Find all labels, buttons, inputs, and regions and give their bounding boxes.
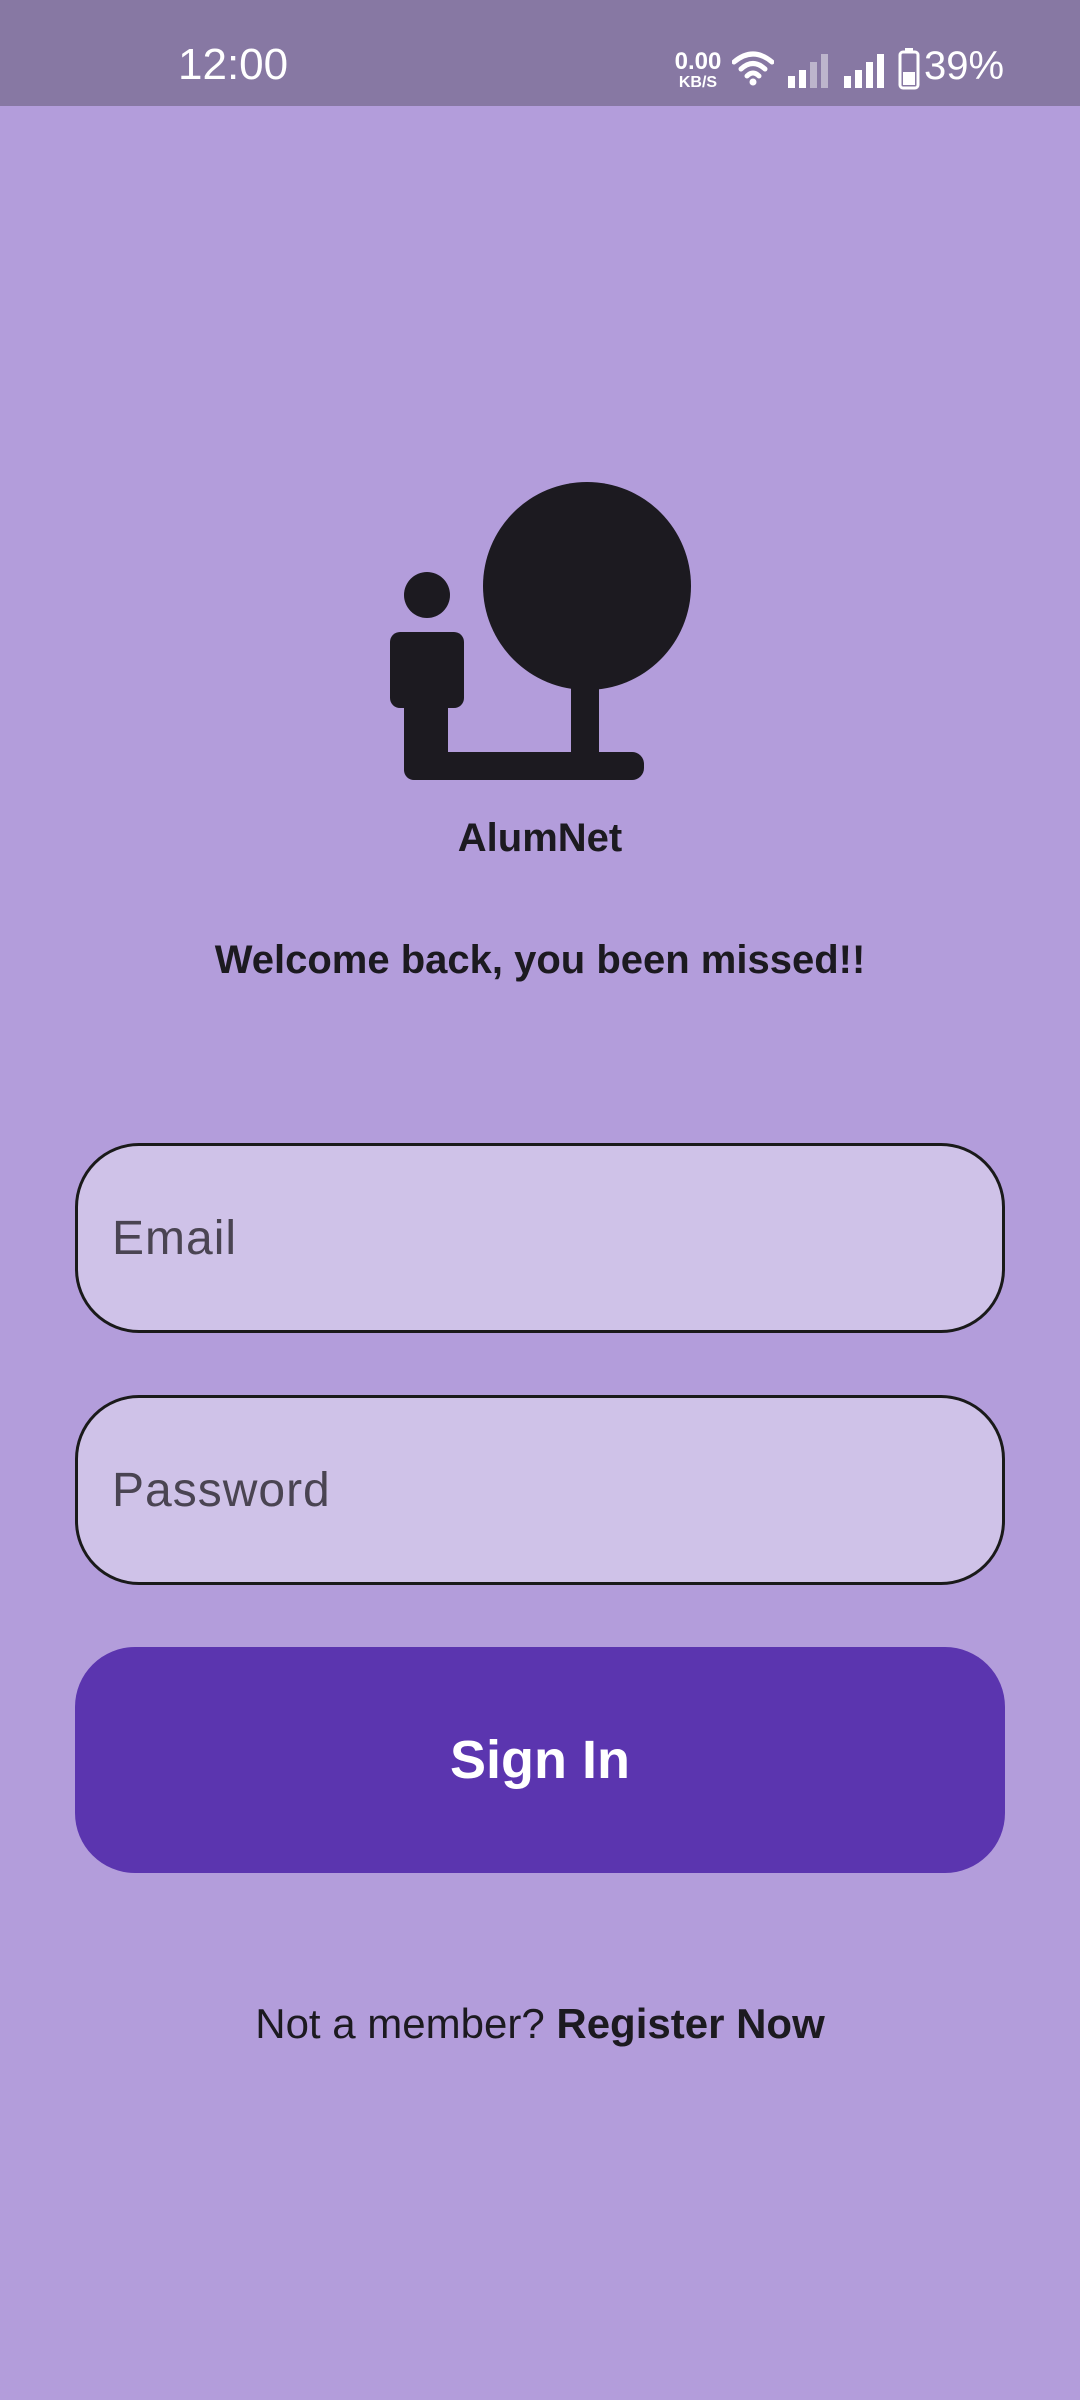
register-now-link[interactable]: Register Now [556, 2000, 824, 2047]
password-field-container [75, 1395, 1005, 1585]
battery-percent: 39% [924, 44, 1005, 88]
battery-icon [898, 48, 920, 90]
alumnet-logo [390, 482, 691, 780]
password-field[interactable] [78, 1398, 1002, 1582]
signal-icon [788, 54, 828, 88]
network-speed: 0.00 KB/S [666, 50, 730, 91]
status-time: 12:00 [178, 40, 289, 89]
email-field-container [75, 1143, 1005, 1333]
welcome-message: Welcome back, you been missed!! [214, 938, 866, 982]
sign-in-button[interactable]: Sign In [75, 1647, 1005, 1873]
network-speed-unit: KB/S [678, 74, 718, 91]
signal-icon [844, 54, 884, 88]
status-bar: 12:00 0.00 KB/S 39% [0, 0, 1080, 106]
register-row: Not a member? Register Now [0, 2000, 1080, 2048]
email-field[interactable] [78, 1146, 1002, 1330]
app-name: AlumNet [457, 816, 623, 860]
network-speed-value: 0.00 [674, 48, 722, 75]
register-prompt: Not a member? [255, 2000, 545, 2047]
wifi-icon [732, 51, 774, 86]
